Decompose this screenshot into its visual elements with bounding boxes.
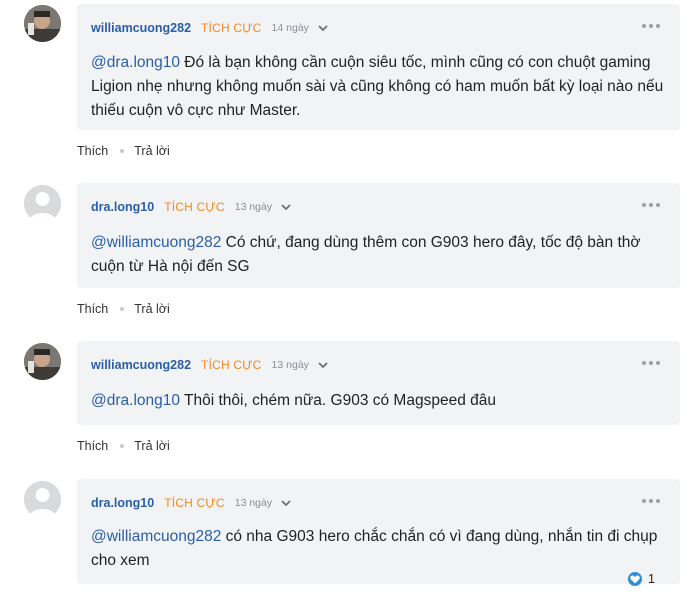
like-button[interactable]: Thích bbox=[77, 302, 108, 316]
comment-bubble: williamcuong282 TÍCH CỰC 13 ngày @dra.lo… bbox=[77, 341, 680, 425]
timestamp: 13 ngày bbox=[234, 497, 273, 509]
mention-link[interactable]: @williamcuong282 bbox=[91, 234, 221, 251]
avatar[interactable] bbox=[24, 343, 61, 380]
status-badge: TÍCH CỰC bbox=[164, 200, 225, 214]
chevron-down-icon[interactable] bbox=[280, 202, 292, 212]
more-dots-icon[interactable] bbox=[642, 499, 660, 503]
user-photo-icon bbox=[24, 5, 61, 42]
timestamp: 13 ngày bbox=[271, 359, 309, 371]
comment-meta: dra.long10 TÍCH CỰC 13 ngày bbox=[91, 199, 292, 215]
comment-meta: williamcuong282 TÍCH CỰC 14 ngày bbox=[91, 20, 329, 36]
mention-link[interactable]: @dra.long10 bbox=[91, 392, 180, 409]
username-link[interactable]: dra.long10 bbox=[91, 200, 154, 214]
comment-bubble: williamcuong282 TÍCH CỰC 14 ngày @dra.lo… bbox=[77, 4, 680, 130]
comment-actions: Thích Trả lời bbox=[77, 144, 170, 158]
comment-text: Thôi thôi, chém nữa. G903 có Magspeed đâ… bbox=[180, 392, 496, 409]
status-badge: TÍCH CỰC bbox=[201, 358, 262, 372]
comment-body: @dra.long10 Thôi thôi, chém nữa. G903 có… bbox=[91, 389, 666, 413]
reaction-summary[interactable]: 1 bbox=[628, 572, 655, 586]
separator-dot bbox=[120, 149, 125, 153]
comment-body: @williamcuong282 Có chứ, đang dùng thêm … bbox=[91, 231, 666, 279]
more-dots-icon[interactable] bbox=[642, 203, 660, 207]
default-avatar-icon bbox=[24, 185, 61, 222]
comment-body: @dra.long10 Đó là bạn không cần cuộn siê… bbox=[91, 51, 666, 123]
mention-link[interactable]: @williamcuong282 bbox=[91, 528, 221, 545]
avatar[interactable] bbox=[24, 481, 61, 518]
username-link[interactable]: dra.long10 bbox=[91, 496, 154, 510]
reply-button[interactable]: Trả lời bbox=[134, 144, 170, 158]
comment-bubble: dra.long10 TÍCH CỰC 13 ngày @williamcuon… bbox=[77, 183, 680, 288]
reply-button[interactable]: Trả lời bbox=[134, 439, 170, 453]
status-badge: TÍCH CỰC bbox=[201, 21, 262, 35]
comment-bubble: dra.long10 TÍCH CỰC 13 ngày @williamcuon… bbox=[77, 479, 680, 584]
comment-meta: dra.long10 TÍCH CỰC 13 ngày bbox=[91, 495, 292, 511]
mention-link[interactable]: @dra.long10 bbox=[91, 54, 180, 71]
more-dots-icon[interactable] bbox=[642, 24, 660, 28]
chevron-down-icon[interactable] bbox=[317, 23, 329, 33]
chevron-down-icon[interactable] bbox=[280, 498, 292, 508]
username-link[interactable]: williamcuong282 bbox=[91, 21, 191, 35]
comment-actions: Thích Trả lời bbox=[77, 302, 170, 316]
separator-dot bbox=[120, 307, 125, 311]
timestamp: 14 ngày bbox=[271, 22, 309, 34]
chevron-down-icon[interactable] bbox=[317, 360, 329, 370]
like-button[interactable]: Thích bbox=[77, 439, 108, 453]
reaction-count: 1 bbox=[648, 572, 655, 586]
timestamp: 13 ngày bbox=[234, 201, 273, 213]
default-avatar-icon bbox=[24, 481, 61, 518]
username-link[interactable]: williamcuong282 bbox=[91, 358, 191, 372]
status-badge: TÍCH CỰC bbox=[164, 496, 225, 510]
avatar[interactable] bbox=[24, 185, 61, 222]
separator-dot bbox=[120, 444, 125, 448]
comment-body: @williamcuong282 có nha G903 hero chắc c… bbox=[91, 525, 666, 573]
avatar[interactable] bbox=[24, 5, 61, 42]
heart-reaction-icon bbox=[628, 572, 642, 586]
more-dots-icon[interactable] bbox=[642, 361, 660, 365]
like-button[interactable]: Thích bbox=[77, 144, 108, 158]
comment-actions: Thích Trả lời bbox=[77, 439, 170, 453]
reply-button[interactable]: Trả lời bbox=[134, 302, 170, 316]
user-photo-icon bbox=[24, 343, 61, 380]
comment-meta: williamcuong282 TÍCH CỰC 13 ngày bbox=[91, 357, 329, 373]
